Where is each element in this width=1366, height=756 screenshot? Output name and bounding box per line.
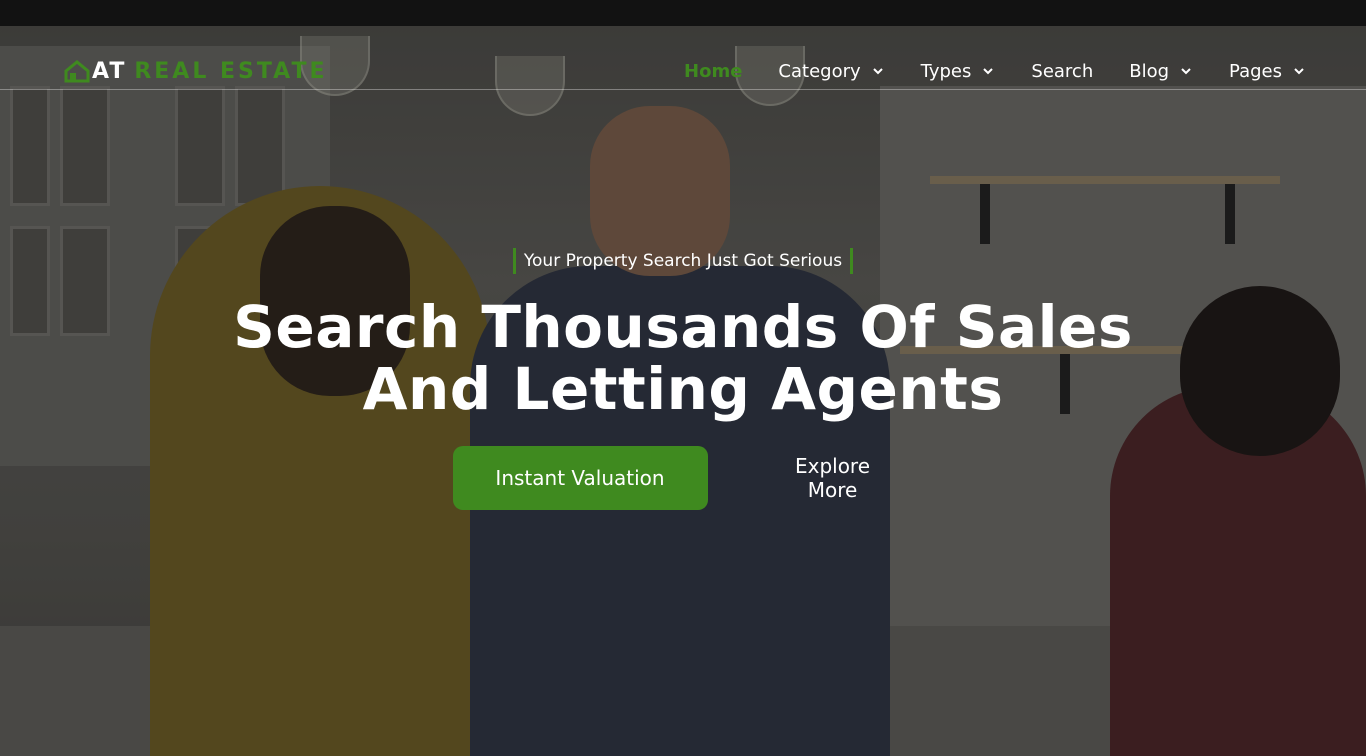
main-nav: Home Category Types Search Blog Pages bbox=[684, 59, 1306, 83]
site-header: AT REAL ESTATE Home Category Types Searc… bbox=[0, 26, 1366, 90]
nav-item-types[interactable]: Types bbox=[921, 61, 996, 82]
hero-headline-line1: Search Thousands Of Sales bbox=[233, 293, 1133, 361]
chevron-down-icon bbox=[1181, 68, 1191, 75]
nav-item-label: Pages bbox=[1229, 60, 1282, 82]
logo-text-secondary: REAL ESTATE bbox=[134, 58, 328, 84]
hero-tagline: Your Property Search Just Got Serious bbox=[512, 248, 854, 274]
nav-item-label: Search bbox=[1031, 60, 1094, 82]
house-logo-icon bbox=[64, 59, 90, 83]
nav-item-pages[interactable]: Pages bbox=[1229, 61, 1306, 82]
chevron-down-icon bbox=[983, 68, 994, 75]
top-bar bbox=[0, 0, 1366, 26]
nav-item-home[interactable]: Home bbox=[684, 61, 742, 82]
nav-item-label: Types bbox=[920, 60, 972, 82]
nav-item-label: Blog bbox=[1129, 60, 1170, 82]
hero-content: Your Property Search Just Got Serious Se… bbox=[0, 248, 1366, 510]
hero-headline-line2: And Letting Agents bbox=[362, 355, 1004, 423]
chevron-down-icon bbox=[1294, 68, 1304, 75]
site-logo[interactable]: AT REAL ESTATE bbox=[64, 56, 328, 86]
explore-more-link[interactable]: Explore More bbox=[768, 454, 898, 502]
hero-cta-row: Instant Valuation Explore More bbox=[0, 446, 1366, 510]
nav-item-search[interactable]: Search bbox=[1031, 61, 1093, 82]
nav-item-blog[interactable]: Blog bbox=[1129, 61, 1193, 82]
instant-valuation-button[interactable]: Instant Valuation bbox=[452, 446, 708, 510]
logo-text-primary: AT bbox=[92, 58, 127, 84]
hero-headline: Search Thousands Of Sales And Letting Ag… bbox=[0, 296, 1366, 420]
nav-item-label: Home bbox=[684, 60, 743, 82]
nav-item-category[interactable]: Category bbox=[778, 61, 884, 82]
nav-item-label: Category bbox=[778, 60, 861, 82]
chevron-down-icon bbox=[872, 68, 883, 75]
